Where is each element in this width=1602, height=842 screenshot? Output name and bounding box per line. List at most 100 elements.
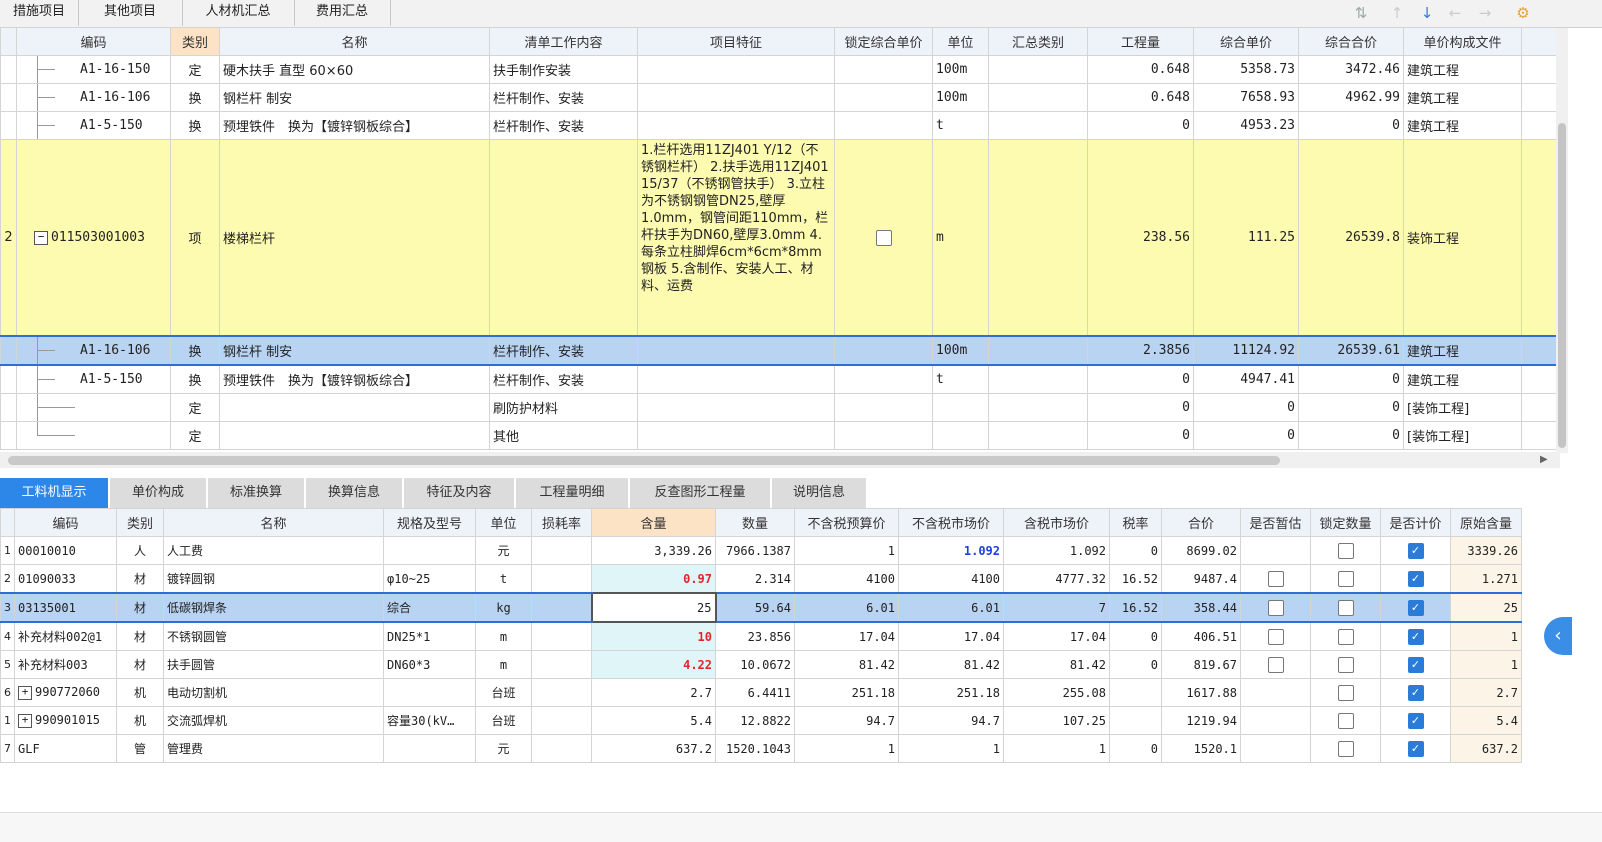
item-name[interactable]: 预埋铁件 换为【镀锌钢板综合】: [219, 364, 490, 394]
lock-qty-checkbox[interactable]: [1337, 712, 1354, 729]
is-priced-checkbox[interactable]: ✓: [1407, 656, 1424, 673]
material-code[interactable]: 03135001: [14, 592, 117, 623]
bill-row[interactable]: 定其他 0 0 0 [装饰工程]: [0, 421, 1557, 450]
material-market-price[interactable]: 4100: [898, 564, 1004, 594]
is-priced-checkbox[interactable]: ✓: [1407, 570, 1424, 587]
item-lock-price[interactable]: [834, 393, 933, 422]
item-name[interactable]: [219, 393, 490, 422]
tab-quantity-detail[interactable]: 工程量明细: [516, 478, 628, 508]
item-quantity[interactable]: 0: [1087, 393, 1194, 422]
material-name[interactable]: 镀锌圆钢: [163, 564, 384, 594]
material-market-price-tax[interactable]: 1.092: [1003, 536, 1110, 565]
lock-qty-checkbox[interactable]: [1337, 599, 1354, 616]
material-budget-price[interactable]: 81.42: [794, 650, 899, 679]
material-spec[interactable]: 综合: [383, 592, 476, 623]
item-unit-price[interactable]: 111.25: [1193, 139, 1299, 337]
vertical-scrollbar[interactable]: [1556, 28, 1568, 453]
item-work-content[interactable]: 栏杆制作、安装: [489, 364, 638, 394]
col-lm-market-price-tax[interactable]: 含税市场价: [1003, 508, 1110, 537]
material-tax-rate[interactable]: 0: [1109, 536, 1162, 565]
item-unit-price[interactable]: 4953.23: [1193, 111, 1299, 140]
material-unit[interactable]: kg: [475, 592, 532, 623]
item-total-price[interactable]: 0: [1298, 421, 1404, 450]
item-quantity[interactable]: 0: [1087, 421, 1194, 450]
item-type[interactable]: 换: [170, 83, 220, 112]
material-total[interactable]: 1219.94: [1161, 706, 1241, 735]
item-unit-price[interactable]: 11124.92: [1193, 335, 1299, 366]
material-original-content[interactable]: 25: [1450, 592, 1522, 623]
material-content[interactable]: 5.4: [591, 706, 716, 735]
item-unit[interactable]: m: [932, 139, 989, 337]
material-loss-rate[interactable]: [531, 621, 592, 651]
item-type[interactable]: 定: [170, 55, 220, 84]
col-work-content[interactable]: 清单工作内容: [489, 27, 638, 56]
material-code[interactable]: +990901015: [14, 706, 117, 735]
material-row[interactable]: 6 +990772060 机电动切割机 台班 2.7 6.4411 251.18 251.18…: [0, 678, 1522, 707]
bill-row[interactable]: 定刷防护材料 0 0 0 [装饰工程]: [0, 393, 1557, 422]
material-market-price-tax[interactable]: 17.04: [1003, 621, 1110, 651]
provisional-checkbox[interactable]: [1267, 599, 1284, 616]
item-price-file[interactable]: 建筑工程: [1403, 111, 1522, 140]
material-tax-rate[interactable]: 16.52: [1109, 592, 1162, 623]
item-summary-type[interactable]: [988, 111, 1088, 140]
material-code[interactable]: 00010010: [14, 536, 117, 565]
item-code[interactable]: A1-16-106: [16, 83, 171, 112]
material-code[interactable]: 01090033: [14, 564, 117, 594]
material-market-price-tax[interactable]: 107.25: [1003, 706, 1110, 735]
material-spec[interactable]: [383, 734, 476, 763]
item-name[interactable]: 钢栏杆 制安: [219, 335, 490, 366]
material-original-content[interactable]: 637.2: [1450, 734, 1522, 763]
material-type[interactable]: 机: [116, 678, 164, 707]
item-features[interactable]: [637, 421, 835, 450]
vertical-scroll-thumb[interactable]: [1558, 123, 1566, 448]
move-up-icon[interactable]: ↑: [1388, 4, 1406, 22]
material-row[interactable]: 4 补充材料002@1 材不锈钢圆管 DN25*1 m 10 23.856 17.04 17.0…: [0, 621, 1522, 651]
move-right-icon[interactable]: →: [1476, 4, 1494, 22]
material-unit[interactable]: m: [475, 621, 532, 651]
material-provisional[interactable]: [1240, 564, 1311, 594]
is-priced-checkbox[interactable]: ✓: [1407, 684, 1424, 701]
material-spec[interactable]: [383, 536, 476, 565]
material-budget-price[interactable]: 6.01: [794, 592, 899, 623]
material-row[interactable]: 2 01090033 材镀锌圆钢 φ10~25 t 0.97 2.314 4100 4100 47…: [0, 564, 1522, 594]
material-row[interactable]: 1 00010010 人人工费元 3,339.26 7966.1387 1 1.092 1.0…: [0, 536, 1522, 565]
item-total-price[interactable]: 3472.46: [1298, 55, 1404, 84]
item-name[interactable]: 硬木扶手 直型 60×60: [219, 55, 490, 84]
settings-icon[interactable]: ⚙: [1514, 4, 1532, 22]
material-tax-rate[interactable]: 0: [1109, 621, 1162, 651]
material-type[interactable]: 人: [116, 536, 164, 565]
material-original-content[interactable]: 1.271: [1450, 564, 1522, 594]
material-type[interactable]: 材: [116, 621, 164, 651]
col-lm-name[interactable]: 名称: [163, 508, 384, 537]
material-unit[interactable]: m: [475, 650, 532, 679]
item-summary-type[interactable]: [988, 139, 1088, 337]
material-name[interactable]: 扶手圆管: [163, 650, 384, 679]
material-total[interactable]: 358.44: [1161, 592, 1241, 623]
scroll-right-arrow-icon[interactable]: ▶: [1540, 452, 1548, 468]
is-priced-checkbox[interactable]: ✓: [1407, 712, 1424, 729]
material-content[interactable]: 4.22: [591, 650, 716, 679]
material-market-price[interactable]: 1.092: [898, 536, 1004, 565]
col-code[interactable]: 编码: [16, 27, 171, 56]
material-row[interactable]: 5 补充材料003 材扶手圆管 DN60*3 m 4.22 10.0672 81.42 81.4…: [0, 650, 1522, 679]
col-total-price[interactable]: 综合合价: [1298, 27, 1404, 56]
item-lock-price[interactable]: [834, 83, 933, 112]
item-features[interactable]: [637, 364, 835, 394]
material-total[interactable]: 8699.02: [1161, 536, 1241, 565]
material-quantity[interactable]: 6.4411: [715, 678, 795, 707]
material-lock-qty[interactable]: [1310, 734, 1381, 763]
material-quantity[interactable]: 12.8822: [715, 706, 795, 735]
material-quantity[interactable]: 2.314: [715, 564, 795, 594]
material-lock-qty[interactable]: [1310, 706, 1381, 735]
item-features[interactable]: [637, 335, 835, 366]
item-lock-price[interactable]: [834, 364, 933, 394]
col-lm-unit[interactable]: 单位: [475, 508, 532, 537]
item-price-file[interactable]: [装饰工程]: [1403, 421, 1522, 450]
col-lm-content[interactable]: 含量: [591, 508, 716, 537]
material-is-priced[interactable]: ✓: [1380, 678, 1451, 707]
material-provisional[interactable]: [1240, 592, 1311, 623]
tab-reverse-check-quantity[interactable]: 反查图形工程量: [630, 478, 770, 508]
material-spec[interactable]: φ10~25: [383, 564, 476, 594]
material-loss-rate[interactable]: [531, 564, 592, 594]
sort-icon[interactable]: ⇅: [1352, 4, 1370, 22]
